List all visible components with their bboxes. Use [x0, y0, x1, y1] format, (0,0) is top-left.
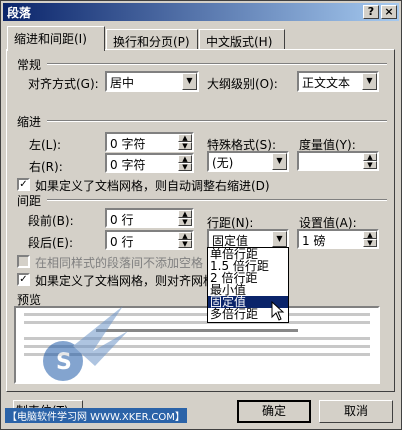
space-after-value: 0 行 [110, 235, 134, 249]
tab-indents-spacing[interactable]: 缩进和间距(I) [7, 26, 105, 51]
spin-down-icon[interactable]: ▼ [363, 161, 377, 169]
close-button[interactable]: × [381, 5, 397, 19]
divider [47, 199, 387, 201]
general-section-title: 常规 [17, 58, 42, 72]
mouse-cursor-icon [271, 301, 285, 321]
spin-down-icon[interactable]: ▼ [178, 163, 192, 171]
outline-level-value: 正文文本 [302, 76, 351, 90]
spin-up-icon[interactable]: ▲ [178, 134, 192, 142]
divider [47, 63, 387, 65]
paragraph-dialog: 段落 ? × 缩进和间距(I) 换行和分页(P) 中文版式(H) 常规 对齐方式… [0, 0, 402, 430]
space-before-value: 0 行 [110, 213, 134, 227]
watermark-logo: S [43, 306, 128, 381]
spin-buttons[interactable]: ▲ ▼ [178, 155, 192, 171]
line-spacing-value: 固定值 [212, 234, 249, 248]
spin-down-icon[interactable]: ▼ [178, 218, 192, 226]
alignment-label: 对齐方式(G): [28, 77, 99, 91]
right-indent-value: 0 字符 [110, 158, 146, 172]
chevron-down-icon[interactable]: ▼ [362, 73, 377, 90]
spacing-section-title: 间距 [17, 194, 42, 208]
alignment-value: 居中 [110, 76, 135, 90]
dialog-title: 段落 [7, 6, 32, 20]
spin-up-icon[interactable]: ▲ [363, 231, 377, 239]
spin-down-icon[interactable]: ▼ [178, 142, 192, 150]
spin-down-icon[interactable]: ▼ [363, 239, 377, 247]
spin-up-icon[interactable]: ▲ [178, 155, 192, 163]
space-after-input[interactable]: 0 行 ▲ ▼ [105, 230, 194, 250]
chevron-down-icon[interactable]: ▼ [272, 153, 287, 170]
spin-buttons[interactable]: ▲ ▼ [178, 210, 192, 226]
spin-buttons[interactable]: ▲ ▼ [178, 134, 192, 150]
space-before-label: 段前(B): [28, 214, 74, 228]
spacing-at-value: 1 磅 [302, 234, 326, 248]
auto-adjust-indent-checkbox[interactable]: ✓ [17, 178, 30, 191]
spin-buttons[interactable]: ▲ ▼ [178, 232, 192, 248]
ok-button[interactable]: 确定 [237, 400, 311, 423]
chevron-down-icon[interactable]: ▼ [272, 231, 287, 247]
left-indent-value: 0 字符 [110, 137, 146, 151]
title-bar: 段落 ? × [3, 3, 399, 21]
divider [47, 120, 387, 122]
outline-level-select[interactable]: 正文文本 ▼ [297, 71, 379, 92]
cancel-button[interactable]: 取消 [319, 400, 393, 423]
spin-buttons[interactable]: ▲ ▼ [363, 153, 377, 169]
space-after-label: 段后(E): [28, 236, 73, 250]
left-indent-label: 左(L): [29, 138, 62, 152]
spin-buttons[interactable]: ▲ ▼ [363, 231, 377, 247]
spin-down-icon[interactable]: ▼ [178, 240, 192, 248]
space-before-input[interactable]: 0 行 ▲ ▼ [105, 208, 194, 228]
right-indent-input[interactable]: 0 字符 ▲ ▼ [105, 153, 194, 173]
tab-line-page-breaks[interactable]: 换行和分页(P) [106, 29, 198, 50]
watermark-text: 【电脑软件学习网 WWW.XKER.COM】 [5, 408, 187, 423]
snap-to-grid-checkbox[interactable]: ✓ [17, 273, 30, 286]
help-button[interactable]: ? [363, 5, 379, 19]
alignment-select[interactable]: 居中 ▼ [105, 71, 199, 92]
chevron-down-icon[interactable]: ▼ [182, 73, 197, 90]
auto-adjust-indent-label: 如果定义了文档网格，则自动调整右缩进(D) [35, 179, 270, 193]
no-space-same-style-label: 在相同样式的段落间不添加空格 [35, 256, 204, 270]
snap-to-grid-label: 如果定义了文档网格，则对齐网格 [35, 274, 216, 288]
special-indent-value: (无) [212, 156, 234, 170]
tab-asian-typography[interactable]: 中文版式(H) [199, 29, 285, 50]
left-indent-input[interactable]: 0 字符 ▲ ▼ [105, 132, 194, 152]
indent-section-title: 缩进 [17, 115, 42, 129]
spin-up-icon[interactable]: ▲ [178, 210, 192, 218]
line-spacing-select[interactable]: 固定值 ▼ [207, 229, 289, 249]
spin-up-icon[interactable]: ▲ [178, 232, 192, 240]
svg-text:S: S [56, 350, 72, 375]
indent-by-input[interactable]: ▲ ▼ [297, 151, 379, 171]
spacing-at-input[interactable]: 1 磅 ▲ ▼ [297, 229, 379, 249]
spin-up-icon[interactable]: ▲ [363, 153, 377, 161]
right-indent-label: 右(R): [29, 160, 63, 174]
special-indent-select[interactable]: (无) ▼ [207, 151, 289, 172]
outline-level-label: 大纲级别(O): [207, 77, 278, 91]
no-space-same-style-checkbox[interactable] [17, 255, 30, 268]
